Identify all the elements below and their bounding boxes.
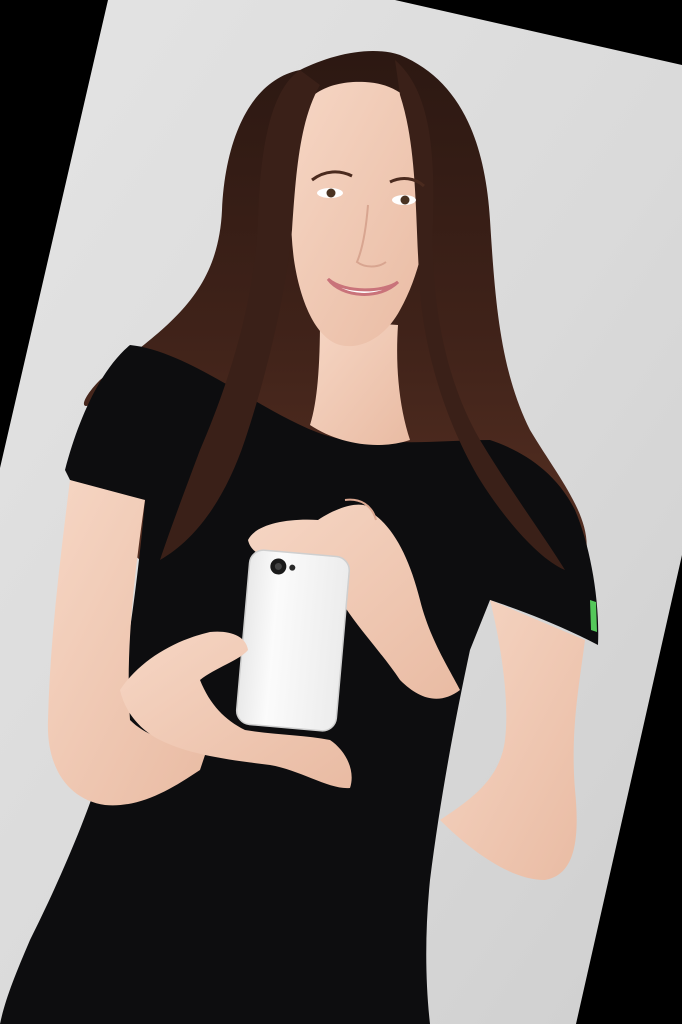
sleeve-accent-stripe	[590, 600, 597, 632]
photo-of-woman-holding-phone	[0, 0, 682, 1024]
photo-frame	[0, 0, 682, 1024]
white-smartphone	[235, 549, 350, 732]
